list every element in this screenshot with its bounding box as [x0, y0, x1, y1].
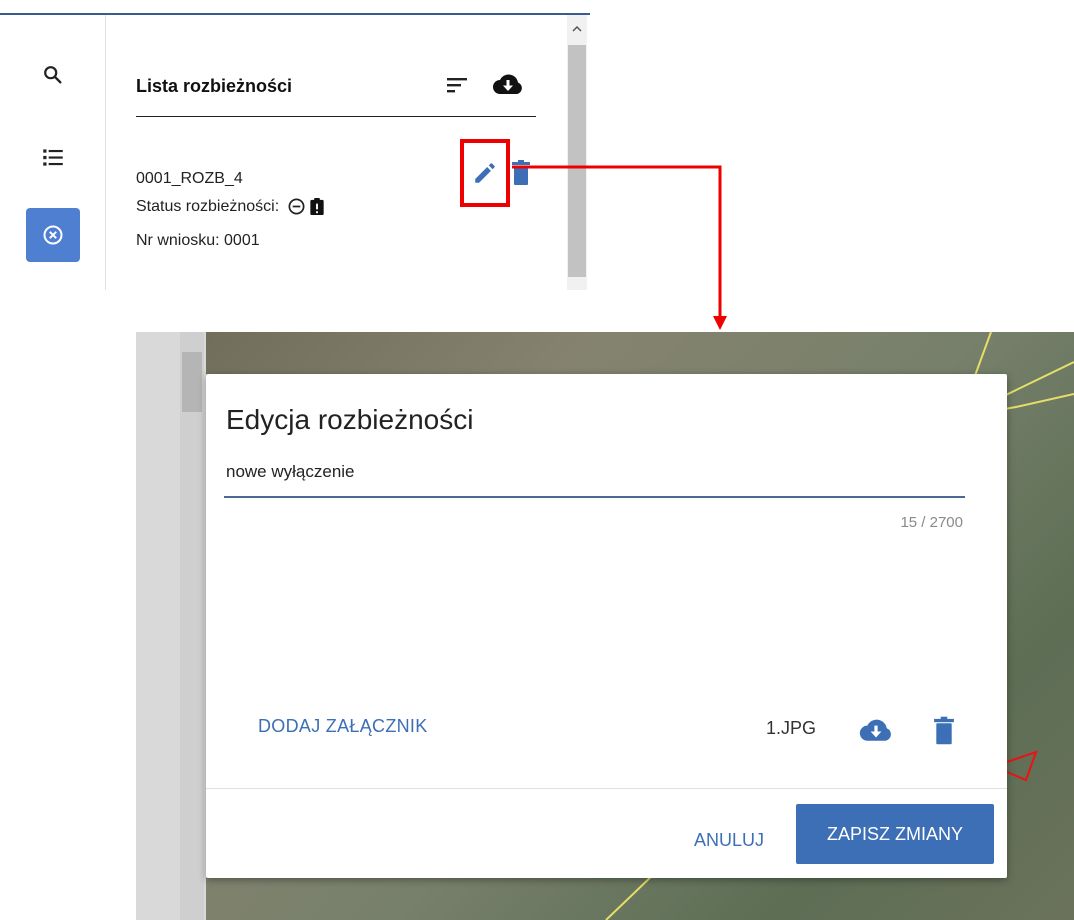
attachment-filename: 1.JPG	[766, 718, 817, 738]
input-underline	[224, 496, 965, 498]
dialog-title: Edycja rozbieżności	[226, 404, 474, 435]
save-changes-button[interactable]: ZAPISZ ZMIANY	[796, 804, 994, 864]
description-input[interactable]: nowe wyłączenie	[226, 462, 963, 482]
cloud-download-icon	[859, 719, 891, 741]
edit-discrepancy-dialog: Edycja rozbieżności nowe wyłączenie 15 /…	[206, 374, 1007, 878]
annotation-arrow	[512, 165, 727, 330]
add-attachment-button[interactable]: DODAJ ZAŁĄCZNIK	[258, 716, 428, 737]
delete-icon	[934, 716, 954, 745]
delete-attachment-button[interactable]	[932, 714, 956, 748]
download-attachment-button[interactable]	[856, 714, 896, 748]
dialog-footer-divider	[206, 788, 1007, 789]
char-counter: 15 / 2700	[900, 514, 963, 531]
cancel-button[interactable]: ANULUJ	[694, 830, 764, 851]
